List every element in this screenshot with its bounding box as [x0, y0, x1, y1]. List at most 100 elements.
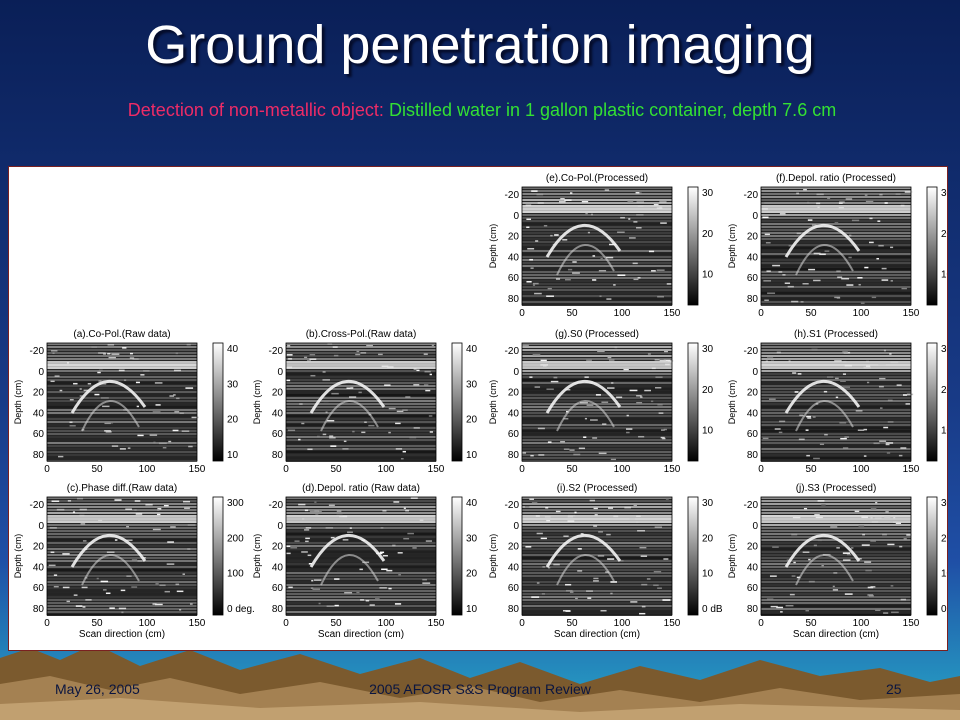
depth-tick-label: -20	[269, 346, 284, 357]
depth-tick-label: 60	[33, 583, 45, 594]
scan-tick-label: 100	[614, 618, 631, 629]
scan-tick-label: 150	[903, 464, 920, 475]
depth-tick-label: 80	[508, 450, 520, 461]
depth-tick-label: 20	[747, 232, 759, 243]
depth-tick-label: 60	[508, 583, 520, 594]
colorbar-tick-label: 40	[227, 344, 239, 355]
colorbar-tick-label: 10	[941, 426, 947, 437]
scan-axis-label: Scan direction (cm)	[79, 629, 165, 640]
colorbar	[451, 496, 463, 616]
radar-panel: (a).Co-Pol.(Raw data) -20 0 20 40 60 80 Depth (…	[13, 329, 239, 475]
colorbar	[687, 342, 699, 462]
scan-tick-label: 50	[91, 464, 103, 475]
colorbar-tick-label: 10	[941, 569, 947, 580]
depth-tick-label: 0	[38, 367, 44, 378]
colorbar-tick-label: 40	[466, 498, 478, 509]
depth-tick-label: 40	[33, 408, 45, 419]
colorbar-tick-label: 20	[227, 415, 239, 426]
figure-panel: (a).Co-Pol.(Raw data) -20 0 20 40 60 80 Depth (…	[8, 166, 960, 651]
depth-tick-label: 40	[272, 408, 284, 419]
depth-tick-label: -20	[505, 190, 520, 201]
depth-tick-label: 80	[747, 450, 759, 461]
depth-tick-label: 40	[508, 562, 520, 573]
scan-tick-label: 50	[330, 464, 342, 475]
depth-tick-label: 80	[272, 604, 284, 615]
colorbar-tick-label: 30	[702, 188, 714, 199]
depth-tick-label: 20	[272, 388, 284, 399]
depth-tick-label: 60	[747, 583, 759, 594]
depth-axis-label: Depth (cm)	[488, 534, 498, 579]
colorbar-tick-label: 300	[227, 498, 244, 509]
scan-tick-label: 50	[566, 618, 578, 629]
radar-panel: (j).S3 (Processed) -20 0 20 40 60 80 Depth (cm)…	[727, 483, 960, 640]
scan-tick-label: 0	[519, 618, 525, 629]
depth-tick-label: 80	[33, 450, 45, 461]
depth-axis-label: Depth (cm)	[13, 534, 23, 579]
colorbar-tick-label: 20	[941, 533, 947, 544]
depth-tick-label: -20	[505, 346, 520, 357]
depth-tick-label: 60	[272, 429, 284, 440]
colorbar-tick-label: 30	[466, 379, 478, 390]
slide: Ground penetration imaging Detection of …	[0, 0, 960, 720]
colorbar-tick-label: 20	[466, 415, 478, 426]
depth-axis-label: Depth (cm)	[727, 534, 737, 579]
depth-tick-label: 20	[747, 542, 759, 553]
panel-title: (g).S0 (Processed)	[555, 329, 639, 340]
scan-tick-label: 150	[189, 618, 206, 629]
slide-title: Ground penetration imaging	[145, 15, 815, 75]
panel-title: (c).Phase diff.(Raw data)	[67, 483, 177, 494]
scan-tick-label: 150	[903, 308, 920, 319]
depth-tick-label: 80	[747, 294, 759, 305]
scan-tick-label: 0	[758, 464, 764, 475]
scan-tick-label: 0	[44, 618, 50, 629]
depth-tick-label: 20	[272, 542, 284, 553]
depth-tick-label: 0	[752, 211, 758, 222]
depth-tick-label: 40	[33, 562, 45, 573]
colorbar-tick-label: 40	[466, 344, 478, 355]
scan-axis-label: Scan direction (cm)	[554, 629, 640, 640]
colorbar-tick-label: 0 deg.	[227, 604, 255, 615]
depth-tick-label: -20	[744, 346, 759, 357]
depth-axis-label: Depth (cm)	[252, 380, 262, 425]
radar-panel: (i).S2 (Processed) -20 0 20 40 60 80 Depth (cm)…	[488, 483, 723, 640]
depth-tick-label: 80	[272, 450, 284, 461]
depth-tick-label: 0	[513, 211, 519, 222]
depth-tick-label: 80	[747, 604, 759, 615]
scan-tick-label: 150	[903, 618, 920, 629]
colorbar-tick-label: 30	[227, 379, 239, 390]
depth-tick-label: 60	[272, 583, 284, 594]
colorbar-tick-label: 10	[941, 270, 947, 281]
depth-tick-label: 40	[747, 408, 759, 419]
depth-tick-label: 0	[513, 367, 519, 378]
colorbar-tick-label: 10	[702, 426, 714, 437]
radar-panel: (c).Phase diff.(Raw data) -20 0 20 40 60 80 Dep…	[13, 483, 255, 640]
scan-tick-label: 50	[91, 618, 103, 629]
subtitle-red-text: Detection of non-metallic object:	[127, 100, 384, 120]
depth-tick-label: 0	[38, 521, 44, 532]
colorbar-tick-label: 20	[702, 533, 714, 544]
scan-tick-label: 0	[519, 464, 525, 475]
depth-tick-label: 40	[272, 562, 284, 573]
scan-tick-label: 50	[805, 464, 817, 475]
panel-title: (i).S2 (Processed)	[557, 483, 638, 494]
scan-axis-label: Scan direction (cm)	[793, 629, 879, 640]
colorbar	[687, 186, 699, 306]
colorbar-tick-label: 20	[466, 569, 478, 580]
depth-tick-label: -20	[30, 500, 45, 511]
radar-panel: (f).Depol. ratio (Processed) -20 0 20 40 60 80…	[727, 173, 953, 319]
depth-tick-label: -20	[30, 346, 45, 357]
panel-title: (e).Co-Pol.(Processed)	[546, 173, 648, 184]
colorbar-tick-label: 10	[702, 270, 714, 281]
colorbar	[926, 496, 938, 616]
colorbar-tick-label: 200	[227, 533, 244, 544]
colorbar-tick-label: 10	[702, 569, 714, 580]
colorbar-tick-label: 20	[941, 229, 947, 240]
depth-tick-label: 20	[508, 542, 520, 553]
colorbar	[212, 496, 224, 616]
scan-tick-label: 100	[139, 464, 156, 475]
colorbar	[687, 496, 699, 616]
colorbar-tick-label: 20	[702, 385, 714, 396]
depth-axis-label: Depth (cm)	[13, 380, 23, 425]
depth-tick-label: 40	[508, 252, 520, 263]
depth-tick-label: 20	[33, 542, 45, 553]
